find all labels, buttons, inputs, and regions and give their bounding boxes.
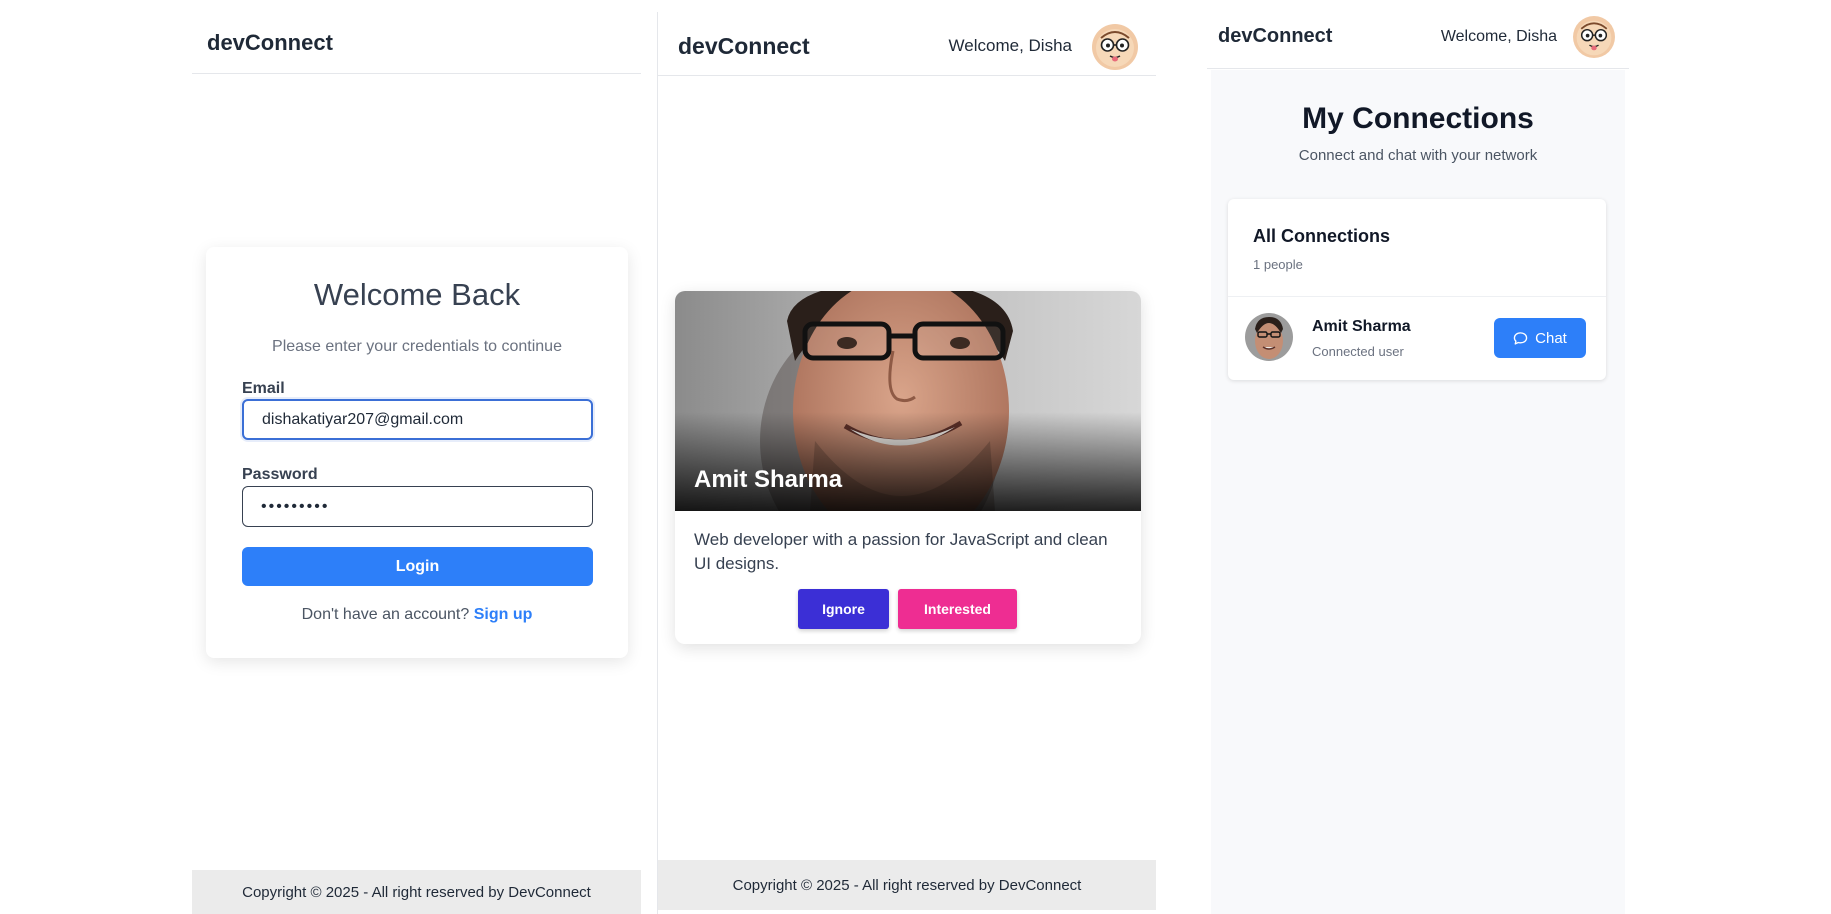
- page-title: My Connections: [1302, 102, 1534, 135]
- connection-name: Amit Sharma: [1312, 318, 1411, 335]
- password-field[interactable]: [242, 486, 593, 527]
- welcome-text: Welcome, Disha: [948, 36, 1072, 55]
- feed-panel: devConnect Welcome, Disha Amit Sharma We…: [658, 0, 1156, 914]
- chat-bubble-icon: [1513, 331, 1528, 345]
- welcome-text: Welcome, Disha: [1440, 28, 1557, 45]
- connections-panel: devConnect Welcome, Disha My Connections…: [1207, 0, 1629, 914]
- page-subtitle: Connect and chat with your network: [1298, 147, 1538, 164]
- footer: Copyright © 2025 - All right reserved by…: [658, 860, 1156, 910]
- interested-button[interactable]: Interested: [898, 589, 1017, 629]
- signup-prompt: Don't have an account? Sign up: [206, 606, 628, 624]
- login-title: Welcome Back: [313, 277, 521, 312]
- brand-logo[interactable]: devConnect: [678, 33, 810, 60]
- signup-link[interactable]: Sign up: [474, 606, 533, 623]
- profile-name: Amit Sharma: [694, 466, 843, 493]
- navbar: devConnect Welcome, Disha: [1207, 12, 1629, 69]
- login-card: Welcome Back Please enter your credentia…: [206, 247, 628, 658]
- connection-count: 1 people: [1253, 257, 1303, 272]
- brand-logo[interactable]: devConnect: [1218, 25, 1332, 48]
- card-title: All Connections: [1253, 226, 1391, 246]
- chat-button-label: Chat: [1535, 329, 1567, 347]
- connections-background: [1211, 70, 1625, 914]
- profile-bio: Web developer with a passion for JavaScr…: [694, 530, 1108, 573]
- brand-logo[interactable]: devConnect: [207, 30, 333, 56]
- chat-button[interactable]: Chat: [1494, 318, 1586, 358]
- login-panel: devConnect Welcome Back Please enter you…: [192, 0, 641, 914]
- login-button[interactable]: Login: [242, 547, 593, 586]
- login-subtitle: Please enter your credentials to continu…: [272, 338, 562, 355]
- password-label: Password: [242, 466, 318, 483]
- connections-card: All Connections 1 people Amit Sharma Con…: [1228, 199, 1606, 380]
- navbar: devConnect: [192, 14, 641, 74]
- navbar: devConnect Welcome, Disha: [658, 14, 1156, 76]
- profile-card: Amit Sharma Web developer with a passion…: [675, 291, 1141, 644]
- footer: Copyright © 2025 - All right reserved by…: [192, 870, 641, 914]
- email-label: Email: [242, 380, 285, 397]
- ignore-button[interactable]: Ignore: [798, 589, 889, 629]
- user-avatar-icon[interactable]: [1573, 16, 1615, 58]
- connection-avatar[interactable]: [1245, 313, 1293, 361]
- email-field[interactable]: [242, 399, 593, 440]
- connection-status: Connected user: [1312, 344, 1404, 359]
- user-avatar-icon[interactable]: [1092, 24, 1138, 70]
- signup-prompt-text: Don't have an account?: [301, 606, 470, 623]
- divider: [1228, 296, 1606, 297]
